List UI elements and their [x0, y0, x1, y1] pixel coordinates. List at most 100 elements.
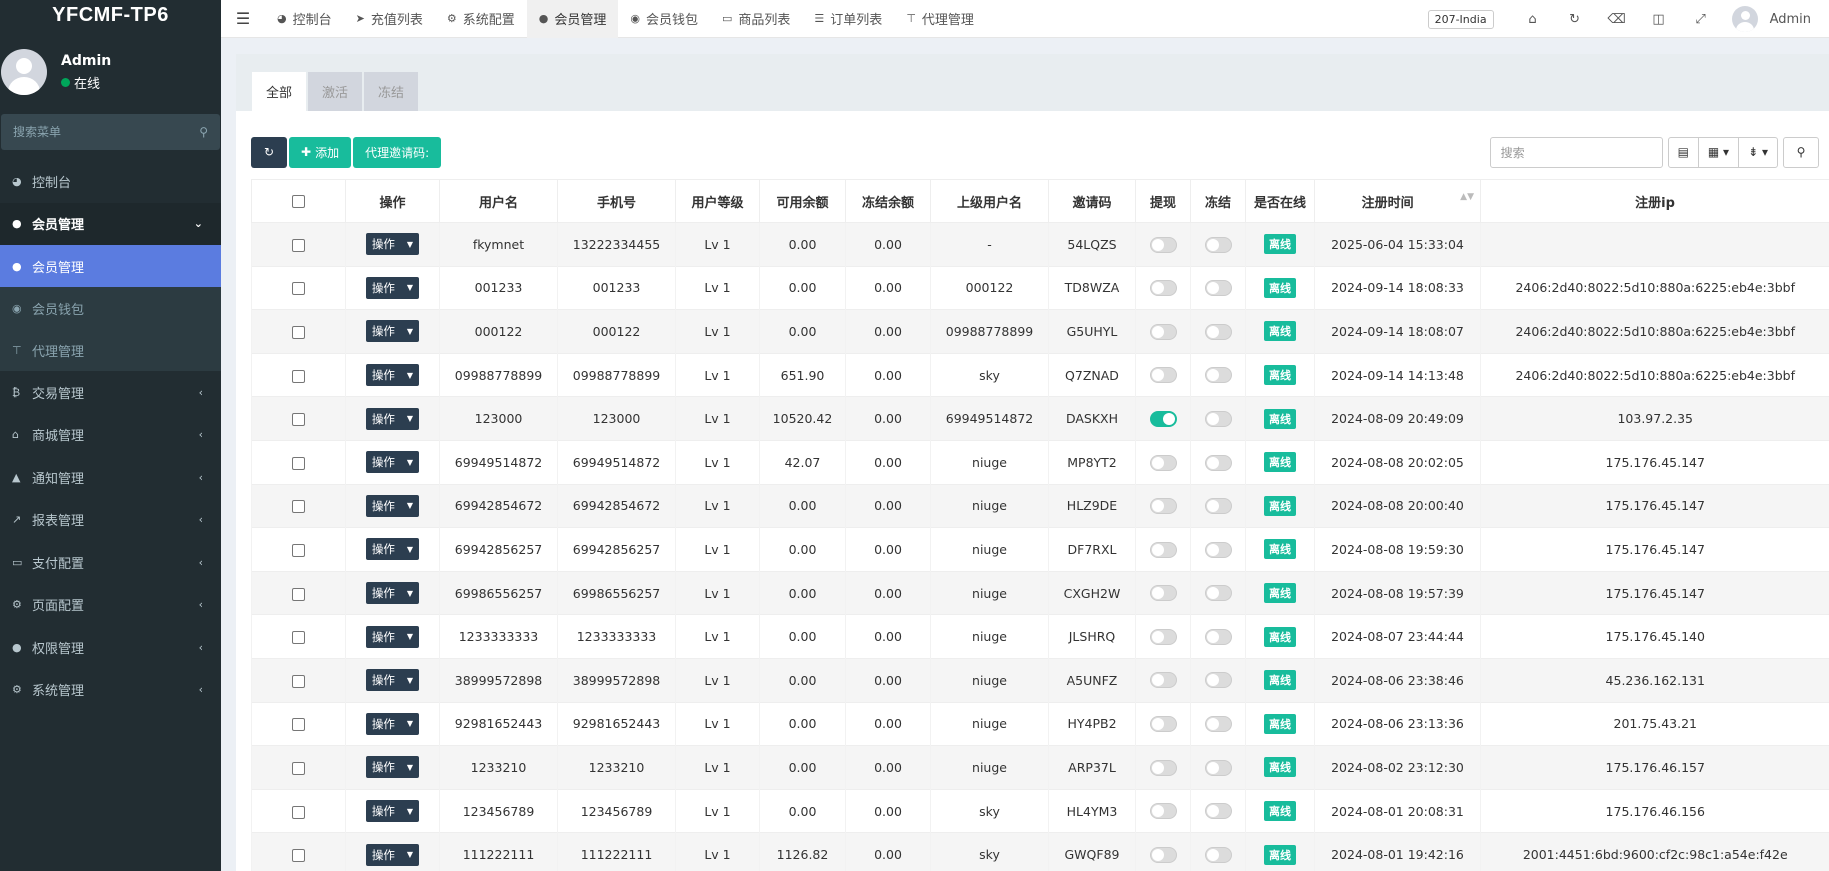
refresh-icon[interactable]: ↻ [1554, 12, 1596, 27]
withdraw-toggle[interactable] [1149, 498, 1177, 515]
withdraw-toggle[interactable] [1149, 585, 1177, 602]
withdraw-toggle[interactable] [1149, 280, 1177, 297]
menu-toggle-icon[interactable]: ☰ [221, 9, 265, 28]
freeze-toggle[interactable] [1204, 498, 1232, 515]
column-header[interactable]: 是否在线 [1245, 179, 1315, 223]
app-logo[interactable]: YFCMF-TP6 [0, 0, 221, 30]
column-header[interactable]: 用户等级 [675, 179, 760, 223]
op-dropdown-button[interactable]: 操作 ▼ [365, 538, 420, 561]
select-all-checkbox[interactable] [292, 194, 305, 208]
op-dropdown-button[interactable]: 操作 ▼ [365, 843, 420, 866]
sidebar-item-mall[interactable]: ⌂ 商城管理 ‹ [0, 414, 221, 457]
row-checkbox[interactable] [292, 805, 305, 819]
table-row[interactable]: 操作 ▼ 69942856257 69942856257 Lv 1 0.00 0.00 niu… [251, 527, 1829, 572]
withdraw-toggle[interactable] [1149, 367, 1177, 384]
freeze-toggle[interactable] [1204, 628, 1232, 645]
sidebar-item-members[interactable]: ● 会员管理 ⌄ [0, 202, 221, 245]
add-button[interactable]: ✚ 添加 [289, 136, 352, 168]
op-dropdown-button[interactable]: 操作 ▼ [365, 407, 420, 430]
row-checkbox[interactable] [292, 849, 305, 863]
row-checkbox[interactable] [292, 456, 305, 470]
column-header[interactable]: 邀请码 [1048, 179, 1136, 223]
tab-orders[interactable]: ☰ 订单列表 [802, 0, 894, 38]
table-row[interactable]: 操作 ▼ fkymnet 13222334455 Lv 1 0.00 0.00-54LQZS… [251, 222, 1829, 267]
columns-icon[interactable]: ▦ ▾ [1699, 137, 1740, 167]
row-checkbox[interactable] [292, 631, 305, 645]
column-header[interactable]: 冻结余额 [845, 179, 931, 223]
op-dropdown-button[interactable]: 操作 ▼ [365, 712, 420, 735]
sidebar-item-payment[interactable]: ▭ 支付配置 ‹ [0, 541, 221, 584]
freeze-toggle[interactable] [1204, 280, 1232, 297]
freeze-toggle[interactable] [1204, 672, 1232, 689]
sidebar-item-dashboard[interactable]: ◕ 控制台 [0, 160, 221, 203]
toggle-view-icon[interactable]: ▤ [1669, 137, 1699, 167]
op-dropdown-button[interactable]: 操作 ▼ [365, 451, 420, 474]
row-checkbox[interactable] [292, 587, 305, 601]
op-dropdown-button[interactable]: 操作 ▼ [365, 756, 420, 779]
sidebar-item-member-manage[interactable]: ● 会员管理 [0, 245, 221, 287]
column-header[interactable]: 上级用户名 [930, 179, 1049, 223]
column-header[interactable]: 可用余额 [759, 179, 846, 223]
home-icon[interactable]: ⌂ [1512, 12, 1554, 27]
tab-frozen[interactable]: 冻结 [364, 72, 419, 111]
table-row[interactable]: 操作 ▼ 92981652443 92981652443 Lv 1 0.00 0.00 niu… [251, 701, 1829, 746]
freeze-toggle[interactable] [1204, 759, 1232, 776]
table-row[interactable]: 操作 ▼ 1233333333 1233333333 Lv 1 0.00 0.00 niuge… [251, 614, 1829, 659]
withdraw-toggle[interactable] [1149, 716, 1177, 733]
sidebar-item-agent[interactable]: ⊤ 代理管理 [0, 329, 221, 371]
tab-member-wallet[interactable]: ◉ 会员钱包 [618, 0, 710, 38]
op-dropdown-button[interactable]: 操作 ▼ [365, 582, 420, 605]
row-checkbox[interactable] [292, 543, 305, 557]
freeze-toggle[interactable] [1204, 410, 1232, 427]
tab-products[interactable]: ▭ 商品列表 [710, 0, 802, 38]
op-dropdown-button[interactable]: 操作 ▼ [365, 800, 420, 823]
freeze-toggle[interactable] [1204, 323, 1232, 340]
row-checkbox[interactable] [292, 238, 305, 252]
admin-label[interactable]: Admin [1770, 12, 1811, 27]
table-row[interactable]: 操作 ▼ 000122 000122 Lv 1 0.00 0.00 09988778899 G5… [251, 309, 1829, 354]
table-row[interactable]: 操作 ▼ 09988778899 09988778899 Lv 1 651.90 0.00 s… [251, 352, 1829, 397]
sidebar-item-page-config[interactable]: ⚙ 页面配置 ‹ [0, 584, 221, 627]
column-header[interactable]: 注册ip [1480, 179, 1829, 223]
freeze-toggle[interactable] [1204, 367, 1232, 384]
op-dropdown-button[interactable]: 操作 ▼ [365, 364, 420, 387]
tab-active[interactable]: 激活 [308, 72, 363, 111]
sort-icon[interactable]: ▲▼ [1460, 192, 1474, 202]
withdraw-toggle[interactable] [1149, 454, 1177, 471]
op-dropdown-button[interactable]: 操作 ▼ [365, 276, 420, 299]
withdraw-toggle[interactable] [1149, 323, 1177, 340]
withdraw-toggle[interactable] [1149, 628, 1177, 645]
freeze-toggle[interactable] [1204, 803, 1232, 820]
table-row[interactable]: 操作 ▼ 1233210 1233210 Lv 1 0.00 0.00 niuge ARP37L… [251, 745, 1829, 790]
op-dropdown-button[interactable]: 操作 ▼ [365, 233, 420, 256]
tab-dashboard[interactable]: ◕ 控制台 [265, 0, 344, 38]
sidebar-item-member-wallet[interactable]: ◉ 会员钱包 [0, 287, 221, 329]
freeze-toggle[interactable] [1204, 585, 1232, 602]
tab-agent[interactable]: ⊤ 代理管理 [894, 0, 986, 38]
row-checkbox[interactable] [292, 325, 305, 339]
withdraw-toggle[interactable] [1149, 803, 1177, 820]
translate-icon[interactable]: ◫ [1638, 12, 1680, 27]
op-dropdown-button[interactable]: 操作 ▼ [365, 625, 420, 648]
row-checkbox[interactable] [292, 718, 305, 732]
table-row[interactable]: 操作 ▼ 69942854672 69942854672 Lv 1 0.00 0.00 niu… [251, 483, 1829, 528]
avatar[interactable] [1731, 6, 1758, 32]
op-dropdown-button[interactable]: 操作 ▼ [365, 494, 420, 517]
row-checkbox[interactable] [292, 761, 305, 775]
withdraw-toggle[interactable] [1149, 759, 1177, 776]
table-row[interactable]: 操作 ▼ 38999572898 38999572898 Lv 1 0.00 0.00 niu… [251, 657, 1829, 703]
search-button[interactable]: ⚲ [1783, 136, 1819, 168]
menu-search-input[interactable] [13, 125, 200, 139]
row-checkbox[interactable] [292, 282, 305, 296]
invite-code-button[interactable]: 代理邀请码: [353, 136, 442, 168]
table-row[interactable]: 操作 ▼ 001233 001233 Lv 1 0.00 0.00 000122 TD8WZA 离… [251, 265, 1829, 310]
table-row[interactable]: 操作 ▼ 69949514872 69949514872 Lv 1 42.07 0.00 ni… [251, 439, 1829, 485]
freeze-toggle[interactable] [1204, 236, 1232, 253]
sidebar-item-trade[interactable]: ₿ 交易管理 ‹ [0, 371, 221, 414]
column-header[interactable]: 手机号 [557, 179, 676, 223]
withdraw-toggle[interactable] [1149, 672, 1177, 689]
column-header[interactable]: 冻结 [1190, 179, 1246, 223]
sidebar-item-report[interactable]: ↗ 报表管理 ‹ [0, 499, 221, 542]
withdraw-toggle[interactable] [1149, 410, 1177, 427]
table-search-input[interactable]: 搜索 [1489, 136, 1663, 168]
